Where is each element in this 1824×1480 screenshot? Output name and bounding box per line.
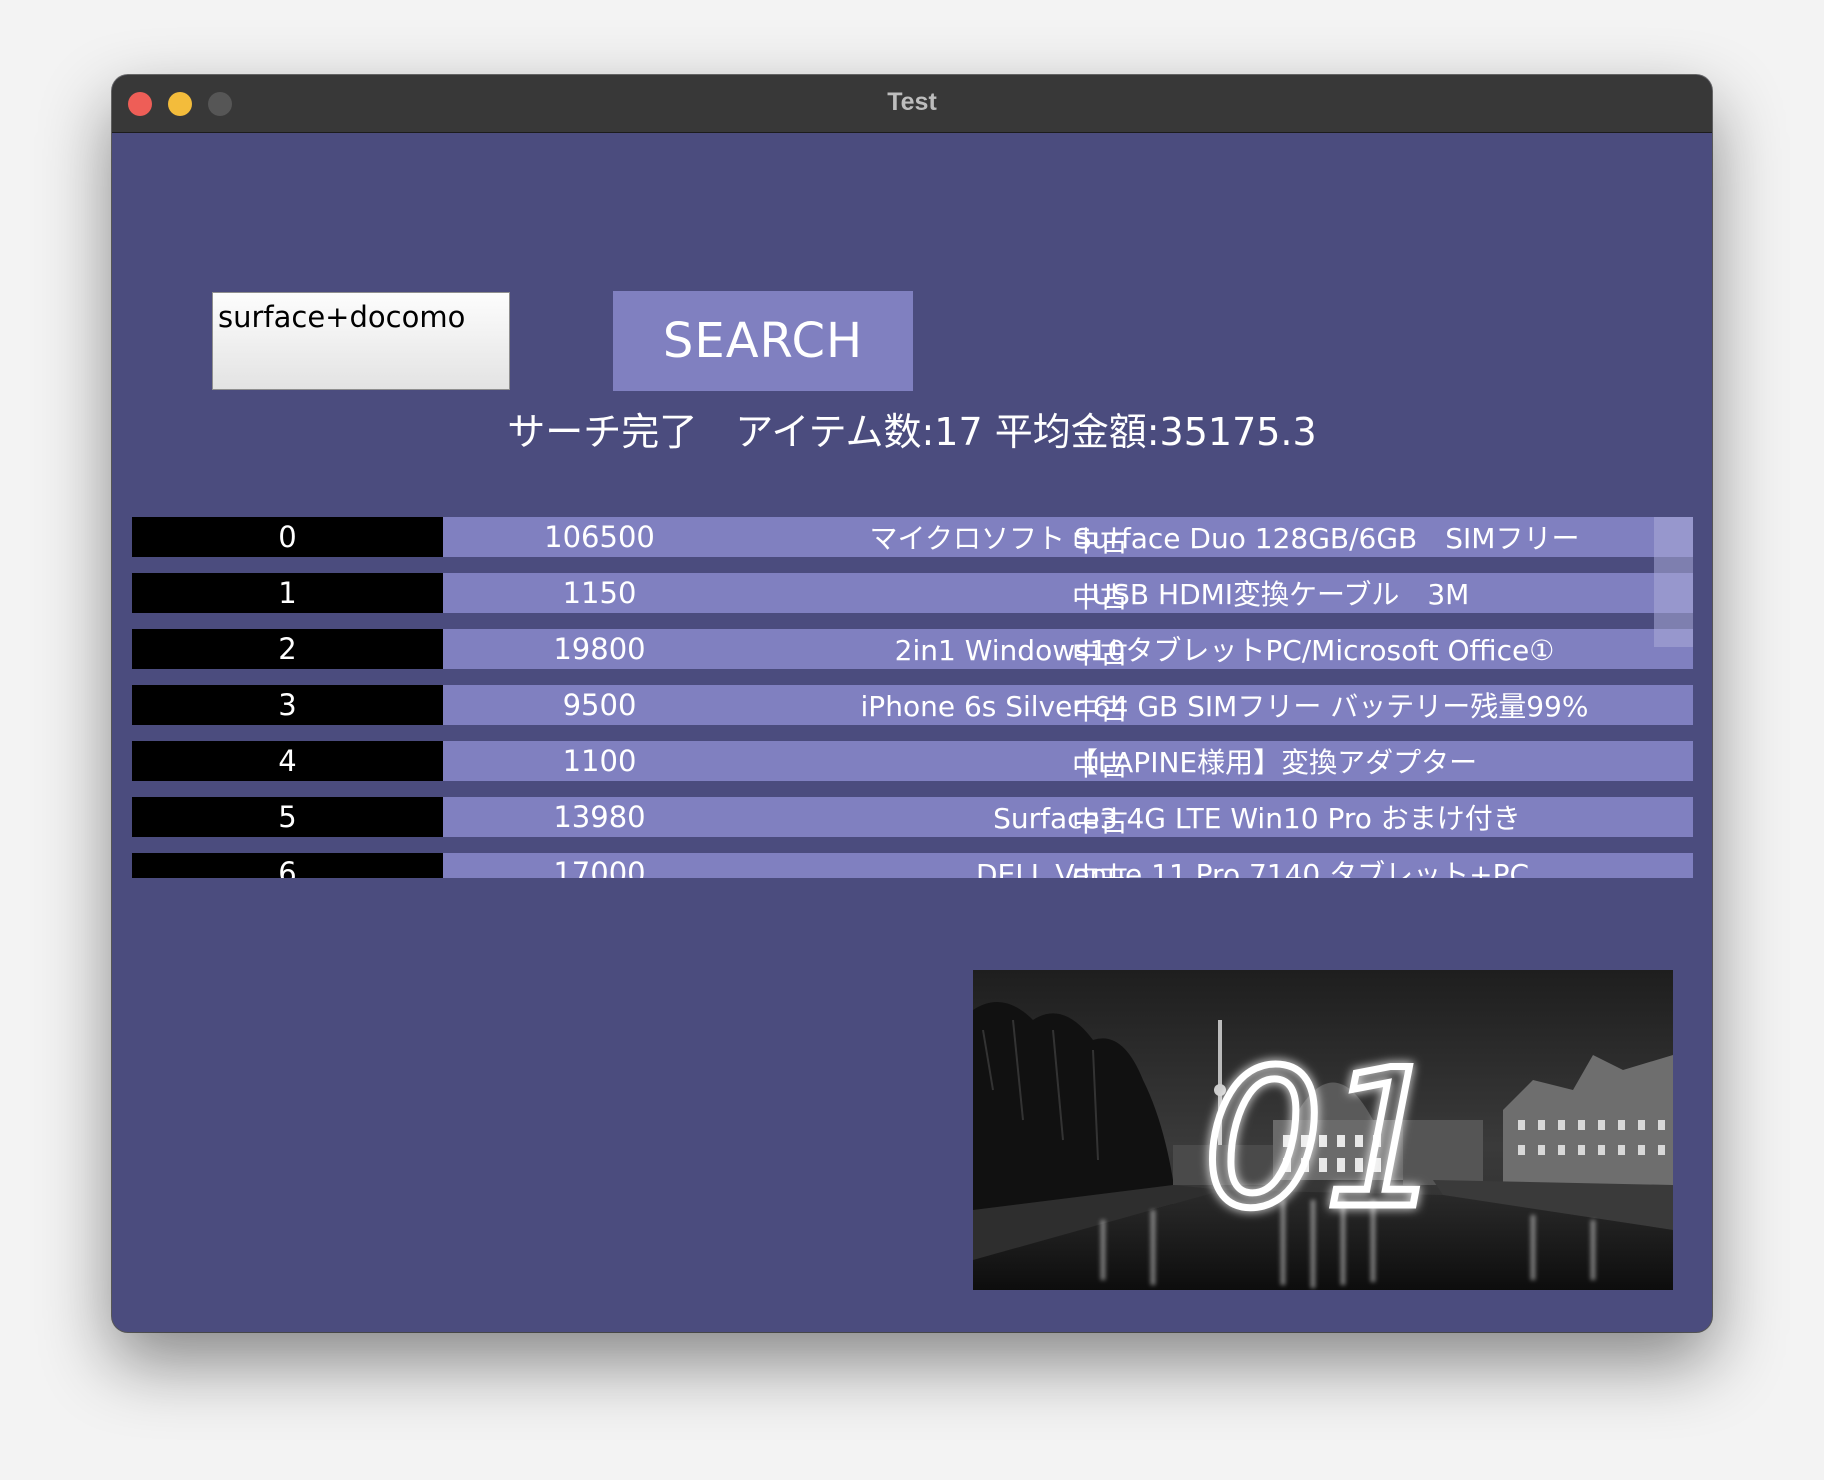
item-index: 2 bbox=[132, 629, 443, 669]
item-price: 17000 bbox=[443, 853, 756, 878]
list-item[interactable]: 4 1100 【LAPINE様用】変換アダプター 中古 bbox=[132, 741, 1693, 781]
item-index: 3 bbox=[132, 685, 443, 725]
item-condition: 中古 bbox=[1072, 861, 1129, 878]
search-button[interactable]: SEARCH bbox=[613, 291, 913, 391]
item-title: 【LAPINE様用】変換アダプター bbox=[971, 746, 1478, 779]
item-index: 6 bbox=[132, 853, 443, 878]
item-price: 106500 bbox=[443, 517, 756, 557]
search-input[interactable]: surface+docomo bbox=[212, 292, 510, 390]
item-title-cell: Surface3 4G LTE Win10 Pro おまけ付き 中古 bbox=[756, 797, 1693, 837]
item-price: 13980 bbox=[443, 797, 756, 837]
item-condition: 中古 bbox=[1072, 693, 1129, 725]
item-title: DELL Venue 11 Pro 7140 タブレット+PC bbox=[919, 858, 1530, 878]
list-scrollbar[interactable] bbox=[1654, 517, 1693, 647]
item-title: マイクロソフト Surface Duo 128GB/6GB SIMフリー bbox=[869, 522, 1580, 555]
title-bar: Test bbox=[112, 75, 1712, 133]
list-item[interactable]: 1 1150 USB HDMI変換ケーブル 3M 中古 bbox=[132, 573, 1693, 613]
item-index: 0 bbox=[132, 517, 443, 557]
item-title-cell: 2in1 Windows10タブレットPC/Microsoft Office① … bbox=[756, 629, 1693, 669]
item-price: 1150 bbox=[443, 573, 756, 613]
item-index: 5 bbox=[132, 797, 443, 837]
list-item[interactable]: 0 106500 マイクロソフト Surface Duo 128GB/6GB S… bbox=[132, 517, 1693, 557]
item-title: iPhone 6s Silver 64 GB SIMフリー バッテリー残量99% bbox=[860, 690, 1589, 723]
item-index: 1 bbox=[132, 573, 443, 613]
photo-overlay-text: 01 bbox=[1203, 1029, 1445, 1250]
photo-graphic: 01 bbox=[973, 970, 1673, 1290]
item-condition: 中古 bbox=[1072, 749, 1129, 781]
item-title: USB HDMI変換ケーブル 3M bbox=[979, 578, 1470, 611]
item-title-cell: iPhone 6s Silver 64 GB SIMフリー バッテリー残量99%… bbox=[756, 685, 1693, 725]
item-title-cell: USB HDMI変換ケーブル 3M 中古 bbox=[756, 573, 1693, 613]
item-index: 4 bbox=[132, 741, 443, 781]
item-title-cell: DELL Venue 11 Pro 7140 タブレット+PC 中古 bbox=[756, 853, 1693, 878]
window-title: Test bbox=[887, 88, 937, 116]
results-list[interactable]: 0 106500 マイクロソフト Surface Duo 128GB/6GB S… bbox=[132, 517, 1693, 878]
app-window: Test surface+docomo SEARCH サーチ完了 アイテム数:1… bbox=[112, 75, 1712, 1332]
item-condition: 中古 bbox=[1072, 805, 1129, 837]
item-title: 2in1 Windows10タブレットPC/Microsoft Office① bbox=[894, 634, 1555, 667]
item-price: 19800 bbox=[443, 629, 756, 669]
list-item[interactable]: 3 9500 iPhone 6s Silver 64 GB SIMフリー バッテ… bbox=[132, 685, 1693, 725]
item-condition: 中古 bbox=[1072, 525, 1129, 557]
item-condition: 中古 bbox=[1072, 637, 1129, 669]
search-status-text: サーチ完了 アイテム数:17 平均金額:35175.3 bbox=[507, 410, 1317, 454]
item-title: Surface3 4G LTE Win10 Pro おまけ付き bbox=[928, 802, 1521, 835]
item-title-cell: マイクロソフト Surface Duo 128GB/6GB SIMフリー 中古 bbox=[756, 517, 1693, 557]
item-price: 9500 bbox=[443, 685, 756, 725]
list-item[interactable]: 2 19800 2in1 Windows10タブレットPC/Microsoft … bbox=[132, 629, 1693, 669]
list-item[interactable]: 6 17000 DELL Venue 11 Pro 7140 タブレット+PC … bbox=[132, 853, 1693, 878]
item-title-cell: 【LAPINE様用】変換アダプター 中古 bbox=[756, 741, 1693, 781]
item-condition: 中古 bbox=[1072, 581, 1129, 613]
app-content: surface+docomo SEARCH サーチ完了 アイテム数:17 平均金… bbox=[112, 133, 1712, 1332]
city-night-photo: 01 bbox=[973, 970, 1673, 1290]
list-item[interactable]: 5 13980 Surface3 4G LTE Win10 Pro おまけ付き … bbox=[132, 797, 1693, 837]
item-price: 1100 bbox=[443, 741, 756, 781]
